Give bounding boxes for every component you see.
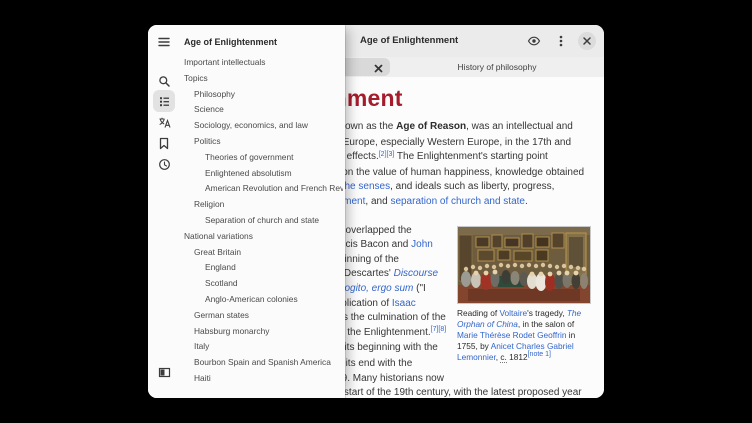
text-segment: , in the salon of bbox=[518, 319, 574, 329]
close-window-button[interactable] bbox=[578, 32, 596, 50]
sidebar-flap: Age of Enlightenment Important intellect… bbox=[148, 25, 345, 398]
toc-item[interactable]: Habsburg monarchy bbox=[148, 324, 343, 340]
text-segment: , and bbox=[365, 196, 390, 207]
toc-item[interactable]: Bourbon Spain and Spanish America bbox=[148, 355, 343, 371]
toc-item[interactable]: Philosophy bbox=[148, 87, 343, 103]
toc-item[interactable]: Haiti bbox=[148, 371, 343, 387]
toc-item[interactable]: Great Britain bbox=[148, 245, 343, 261]
toc-item[interactable]: Italy bbox=[148, 339, 343, 355]
toc-item[interactable]: Anglo-American colonies bbox=[148, 292, 343, 308]
tab-close-button[interactable] bbox=[372, 61, 384, 73]
reference-link[interactable]: [2][3] bbox=[379, 151, 395, 158]
toc-item[interactable]: National variations bbox=[148, 229, 343, 245]
tab-history-of-philosophy[interactable]: History of philosophy bbox=[390, 58, 604, 76]
reference-link[interactable]: [note 1] bbox=[528, 351, 551, 358]
hamburger-icon bbox=[157, 35, 171, 49]
text-link[interactable]: Voltaire bbox=[499, 308, 527, 318]
tab-label: History of philosophy bbox=[458, 62, 537, 72]
header-actions bbox=[524, 25, 596, 57]
text-segment: 's tragedy, bbox=[527, 308, 567, 318]
text-link[interactable]: Marie Thérèse Rodet Geoffrin bbox=[457, 330, 566, 340]
toc-list: Important intellectualsTopicsPhilosophyS… bbox=[148, 55, 343, 387]
desktop-background: Age of Enlightenment bbox=[0, 0, 752, 423]
close-tab-icon bbox=[374, 61, 383, 76]
toc-item[interactable]: Separation of church and state bbox=[148, 213, 343, 229]
toc-title: Age of Enlightenment bbox=[184, 25, 277, 59]
toc-item[interactable]: Important intellectuals bbox=[148, 55, 343, 71]
toc-item[interactable]: Science bbox=[148, 102, 343, 118]
article-thumbnail[interactable]: Reading of Voltaire's tragedy, The Orpha… bbox=[457, 226, 591, 364]
kebab-menu-icon bbox=[554, 34, 568, 48]
close-icon bbox=[582, 36, 592, 46]
toc-item[interactable]: German states bbox=[148, 308, 343, 324]
toc-item[interactable]: England bbox=[148, 260, 343, 276]
eye-icon bbox=[527, 34, 541, 48]
toc-item[interactable]: Enlightened absolutism bbox=[148, 166, 343, 182]
text-segment: , and ideals such as liberty, progress, bbox=[390, 181, 554, 192]
text-segment: Age of Reason bbox=[396, 121, 466, 132]
text-link[interactable]: separation of church and state bbox=[390, 196, 525, 207]
view-options-button[interactable] bbox=[524, 31, 544, 51]
toc-item[interactable]: Politics bbox=[148, 134, 343, 150]
toc-item[interactable]: Topics bbox=[148, 71, 343, 87]
window-title: Age of Enlightenment bbox=[360, 25, 458, 57]
toc-item[interactable]: Theories of government bbox=[148, 150, 343, 166]
salon-painting-image bbox=[457, 226, 591, 304]
hamburger-menu-button[interactable] bbox=[153, 31, 175, 53]
text-segment: . bbox=[525, 196, 528, 207]
text-link[interactable]: Cogito, ergo sum bbox=[337, 283, 413, 294]
toc-item[interactable]: Religion bbox=[148, 197, 343, 213]
toc-item[interactable]: Sociology, economics, and law bbox=[148, 118, 343, 134]
toc-item[interactable]: Scotland bbox=[148, 276, 343, 292]
text-segment: 1812 bbox=[507, 352, 528, 362]
toc-item[interactable]: American Revolution and French Revolutio… bbox=[148, 181, 343, 197]
image-caption: Reading of Voltaire's tragedy, The Orpha… bbox=[457, 308, 591, 364]
main-menu-button[interactable] bbox=[551, 31, 571, 51]
text-segment: Reading of bbox=[457, 308, 499, 318]
